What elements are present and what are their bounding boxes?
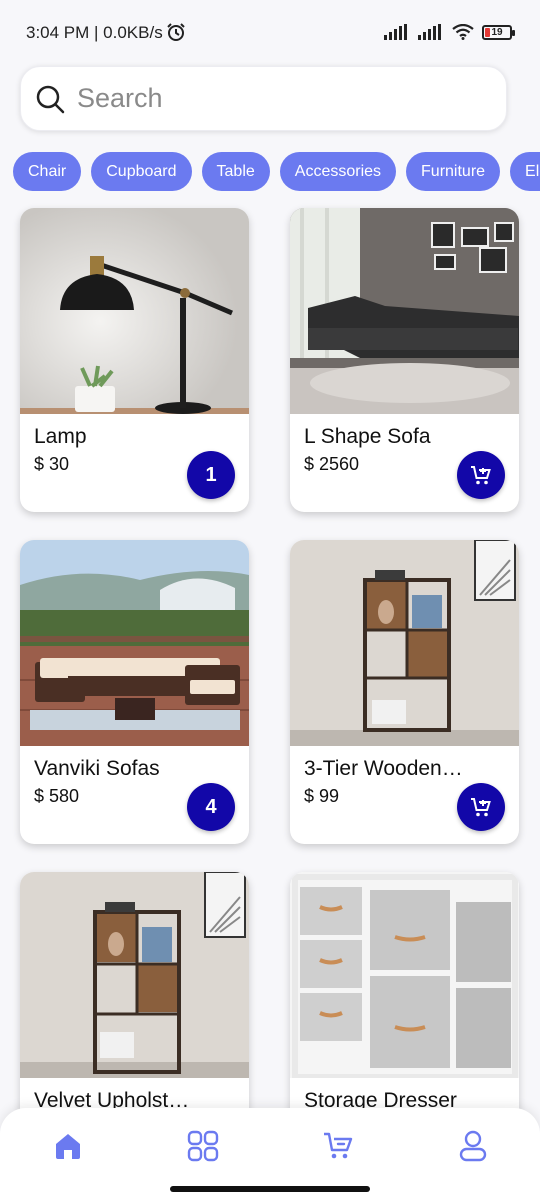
cart-count: 4 <box>205 795 217 818</box>
cart-icon <box>324 1132 353 1159</box>
product-image-l-shape-sofa <box>290 208 519 414</box>
product-name: Storage Dresser <box>304 1089 457 1110</box>
product-card[interactable]: Lamp $ 30 1 <box>20 208 249 512</box>
product-price: $ 99 <box>304 786 340 806</box>
add-cart-icon <box>471 466 491 485</box>
product-image-lamp <box>20 208 249 414</box>
cart-count: 1 <box>205 463 217 486</box>
product-price: $ 30 <box>34 454 70 474</box>
product-card[interactable]: Vanviki Sofas $ 580 4 <box>20 540 249 844</box>
add-cart-icon <box>471 798 491 817</box>
product-card[interactable]: Storage Dresser <box>290 872 519 1110</box>
product-name: L Shape Sofa <box>304 425 431 448</box>
product-name: Vanviki Sofas <box>34 757 160 780</box>
category-chip-accessories[interactable]: Accessories <box>279 152 397 191</box>
category-chips[interactable]: Chair Cupboard Table Accessories Furnitu… <box>13 152 540 192</box>
nav-categories[interactable] <box>183 1126 223 1166</box>
product-image-3-tier-wooden-shelf <box>290 540 519 746</box>
product-card[interactable]: L Shape Sofa $ 2560 <box>290 208 519 512</box>
category-chip-electronics[interactable]: Electronics <box>510 152 540 191</box>
product-card[interactable]: 3-Tier Wooden… $ 99 <box>290 540 519 844</box>
product-image-vanviki-sofas <box>20 540 249 746</box>
product-price: $ 580 <box>34 786 80 806</box>
add-to-cart-button[interactable] <box>457 451 505 499</box>
nav-cart[interactable] <box>318 1126 358 1166</box>
product-image-storage-dresser <box>290 872 519 1078</box>
bottom-navigation <box>0 1108 540 1200</box>
profile-icon <box>459 1130 487 1162</box>
nav-home[interactable] <box>48 1126 88 1166</box>
product-image-velvet-upholstered <box>20 872 249 1078</box>
category-chip-furniture[interactable]: Furniture <box>406 152 501 191</box>
nav-profile[interactable] <box>453 1126 493 1166</box>
product-name: 3-Tier Wooden… <box>304 757 463 780</box>
search-input[interactable] <box>77 83 477 114</box>
product-card[interactable]: Velvet Upholst… <box>20 872 249 1110</box>
search-bar[interactable] <box>20 66 507 131</box>
category-chip-table[interactable]: Table <box>201 152 270 191</box>
cart-quantity-badge[interactable]: 4 <box>187 783 235 831</box>
product-name: Velvet Upholst… <box>34 1089 190 1110</box>
product-name: Lamp <box>34 425 87 448</box>
category-chip-chair[interactable]: Chair <box>13 152 82 191</box>
category-chip-cupboard[interactable]: Cupboard <box>91 152 192 191</box>
search-icon <box>36 85 65 113</box>
home-indicator[interactable] <box>170 1186 370 1192</box>
home-icon <box>56 1134 80 1159</box>
grid-icon <box>187 1130 219 1162</box>
add-to-cart-button[interactable] <box>457 783 505 831</box>
cart-quantity-badge[interactable]: 1 <box>187 451 235 499</box>
product-price: $ 2560 <box>304 454 360 474</box>
